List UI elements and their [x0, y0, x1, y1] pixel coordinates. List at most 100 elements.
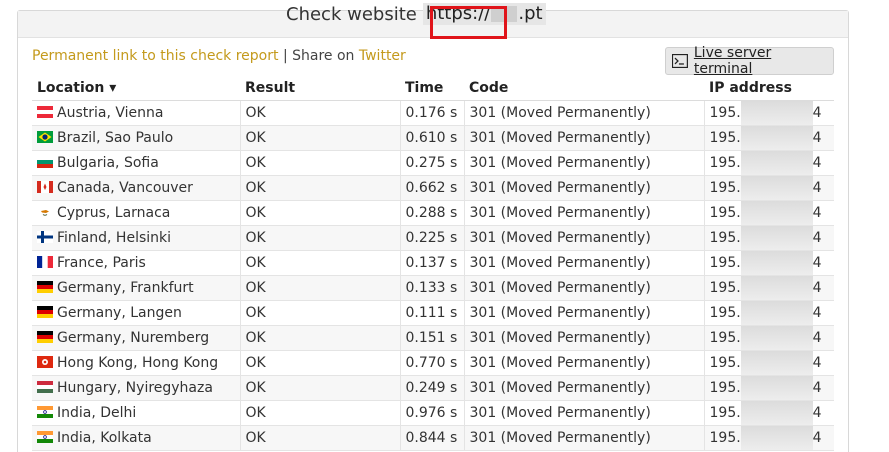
result-cell: OK	[239, 350, 400, 376]
code-cell: 301 (Moved Permanently)	[463, 100, 704, 126]
live-server-terminal-button[interactable]: Live server terminal	[665, 45, 834, 77]
ip-end: 4	[812, 304, 822, 321]
table-row: Hungary, Nyiregyhaza OK 0.249 s 301 (Moved …	[32, 375, 834, 401]
location-cell: Canada, Vancouver	[32, 175, 240, 201]
highlight-box	[430, 6, 507, 39]
ip-cell: 195. 4	[703, 200, 834, 226]
ip-start: 195.	[709, 379, 741, 396]
table-row: India, Delhi OK 0.976 s 301 (Moved Permanen…	[32, 400, 834, 426]
redacted-ip	[740, 300, 813, 324]
location-text: Hungary, Nyiregyhaza	[57, 379, 213, 396]
time-cell: 0.275 s	[399, 150, 464, 176]
ip-start: 195.	[709, 354, 741, 371]
ca-flag-icon	[37, 180, 53, 193]
location-text: Germany, Nuremberg	[57, 329, 210, 346]
location-text: Germany, Langen	[57, 304, 182, 321]
result-cell: OK	[239, 425, 400, 451]
redacted-ip	[740, 125, 813, 149]
bg-flag-icon	[37, 155, 53, 168]
column-header-result: Result	[240, 77, 400, 101]
time-cell: 0.225 s	[399, 225, 464, 251]
table-row: Austria, Vienna OK 0.176 s 301 (Moved Perma…	[32, 100, 834, 126]
ip-start: 195.	[709, 179, 741, 196]
table-row: Germany, Frankfurt OK 0.133 s 301 (Moved Pe…	[32, 275, 834, 301]
at-flag-icon	[37, 105, 53, 118]
time-cell: 0.111 s	[399, 300, 464, 326]
ip-end: 4	[812, 154, 822, 171]
code-cell: 301 (Moved Permanently)	[463, 425, 704, 451]
ip-end: 4	[812, 229, 822, 246]
table-row: Germany, Langen OK 0.111 s 301 (Moved Perma…	[32, 300, 834, 326]
ip-end: 4	[812, 279, 822, 296]
location-cell: Germany, Nuremberg	[32, 325, 240, 351]
location-cell: Austria, Vienna	[32, 100, 240, 126]
code-cell: 301 (Moved Permanently)	[463, 125, 704, 151]
column-header-location[interactable]: Location ▾	[32, 77, 240, 101]
location-cell: Cyprus, Larnaca	[32, 200, 240, 226]
ip-cell: 195. 4	[703, 250, 834, 276]
column-header-code: Code	[464, 77, 704, 101]
fi-flag-icon	[37, 230, 53, 243]
code-cell: 301 (Moved Permanently)	[463, 200, 704, 226]
location-cell: Bulgaria, Sofia	[32, 150, 240, 176]
ip-cell: 195. 4	[703, 100, 834, 126]
time-cell: 0.610 s	[399, 125, 464, 151]
fr-flag-icon	[37, 255, 53, 268]
checked-url-suffix: .pt	[518, 3, 543, 24]
table-row: Canada, Vancouver OK 0.662 s 301 (Moved Per…	[32, 175, 834, 201]
code-cell: 301 (Moved Permanently)	[463, 150, 704, 176]
ip-end: 4	[812, 129, 822, 146]
ip-start: 195.	[709, 129, 741, 146]
report-links: Permanent link to this check report | Sh…	[32, 48, 406, 64]
time-cell: 0.133 s	[399, 275, 464, 301]
table-row: France, Paris OK 0.137 s 301 (Moved Permane…	[32, 250, 834, 276]
location-cell: Germany, Langen	[32, 300, 240, 326]
redacted-ip	[740, 200, 813, 224]
ip-cell: 195. 4	[703, 425, 834, 451]
ip-end: 4	[812, 329, 822, 346]
result-cell: OK	[239, 275, 400, 301]
ip-start: 195.	[709, 404, 741, 421]
table-row: Hong Kong, Hong Kong OK 0.770 s 301 (Moved …	[32, 350, 834, 376]
ip-end: 4	[812, 379, 822, 396]
ip-end: 4	[812, 354, 822, 371]
permalink-link[interactable]: Permanent link to this check report	[32, 48, 279, 64]
table-row: Germany, Nuremberg OK 0.151 s 301 (Moved Pe…	[32, 325, 834, 351]
ip-end: 4	[812, 204, 822, 221]
location-cell: France, Paris	[32, 250, 240, 276]
time-cell: 0.151 s	[399, 325, 464, 351]
ip-start: 195.	[709, 104, 741, 121]
in-flag-icon	[37, 405, 53, 418]
in-flag-icon	[37, 430, 53, 443]
redacted-ip	[740, 175, 813, 199]
redacted-ip	[740, 425, 813, 449]
location-cell: Germany, Frankfurt	[32, 275, 240, 301]
table-row: Brazil, Sao Paulo OK 0.610 s 301 (Moved Per…	[32, 125, 834, 151]
result-cell: OK	[239, 125, 400, 151]
ip-start: 195.	[709, 229, 741, 246]
ip-cell: 195. 4	[703, 275, 834, 301]
ip-cell: 195. 4	[703, 300, 834, 326]
location-cell: Brazil, Sao Paulo	[32, 125, 240, 151]
ip-end: 4	[812, 179, 822, 196]
ip-cell: 195. 4	[703, 175, 834, 201]
redacted-ip	[740, 150, 813, 174]
code-cell: 301 (Moved Permanently)	[463, 325, 704, 351]
location-cell: Hungary, Nyiregyhaza	[32, 375, 240, 401]
time-cell: 0.137 s	[399, 250, 464, 276]
table-row: Bulgaria, Sofia OK 0.275 s 301 (Moved Perma…	[32, 150, 834, 176]
location-text: Austria, Vienna	[57, 104, 164, 121]
time-cell: 0.770 s	[399, 350, 464, 376]
result-cell: OK	[239, 375, 400, 401]
time-cell: 0.288 s	[399, 200, 464, 226]
ip-start: 195.	[709, 254, 741, 271]
links-separator: |	[282, 48, 288, 64]
result-cell: OK	[239, 175, 400, 201]
table-row: Cyprus, Larnaca OK 0.288 s 301 (Moved Perma…	[32, 200, 834, 226]
redacted-ip	[740, 400, 813, 424]
share-twitter-link[interactable]: Twitter	[359, 48, 406, 64]
redacted-ip	[740, 225, 813, 249]
br-flag-icon	[37, 130, 53, 143]
result-cell: OK	[239, 400, 400, 426]
result-cell: OK	[239, 225, 400, 251]
